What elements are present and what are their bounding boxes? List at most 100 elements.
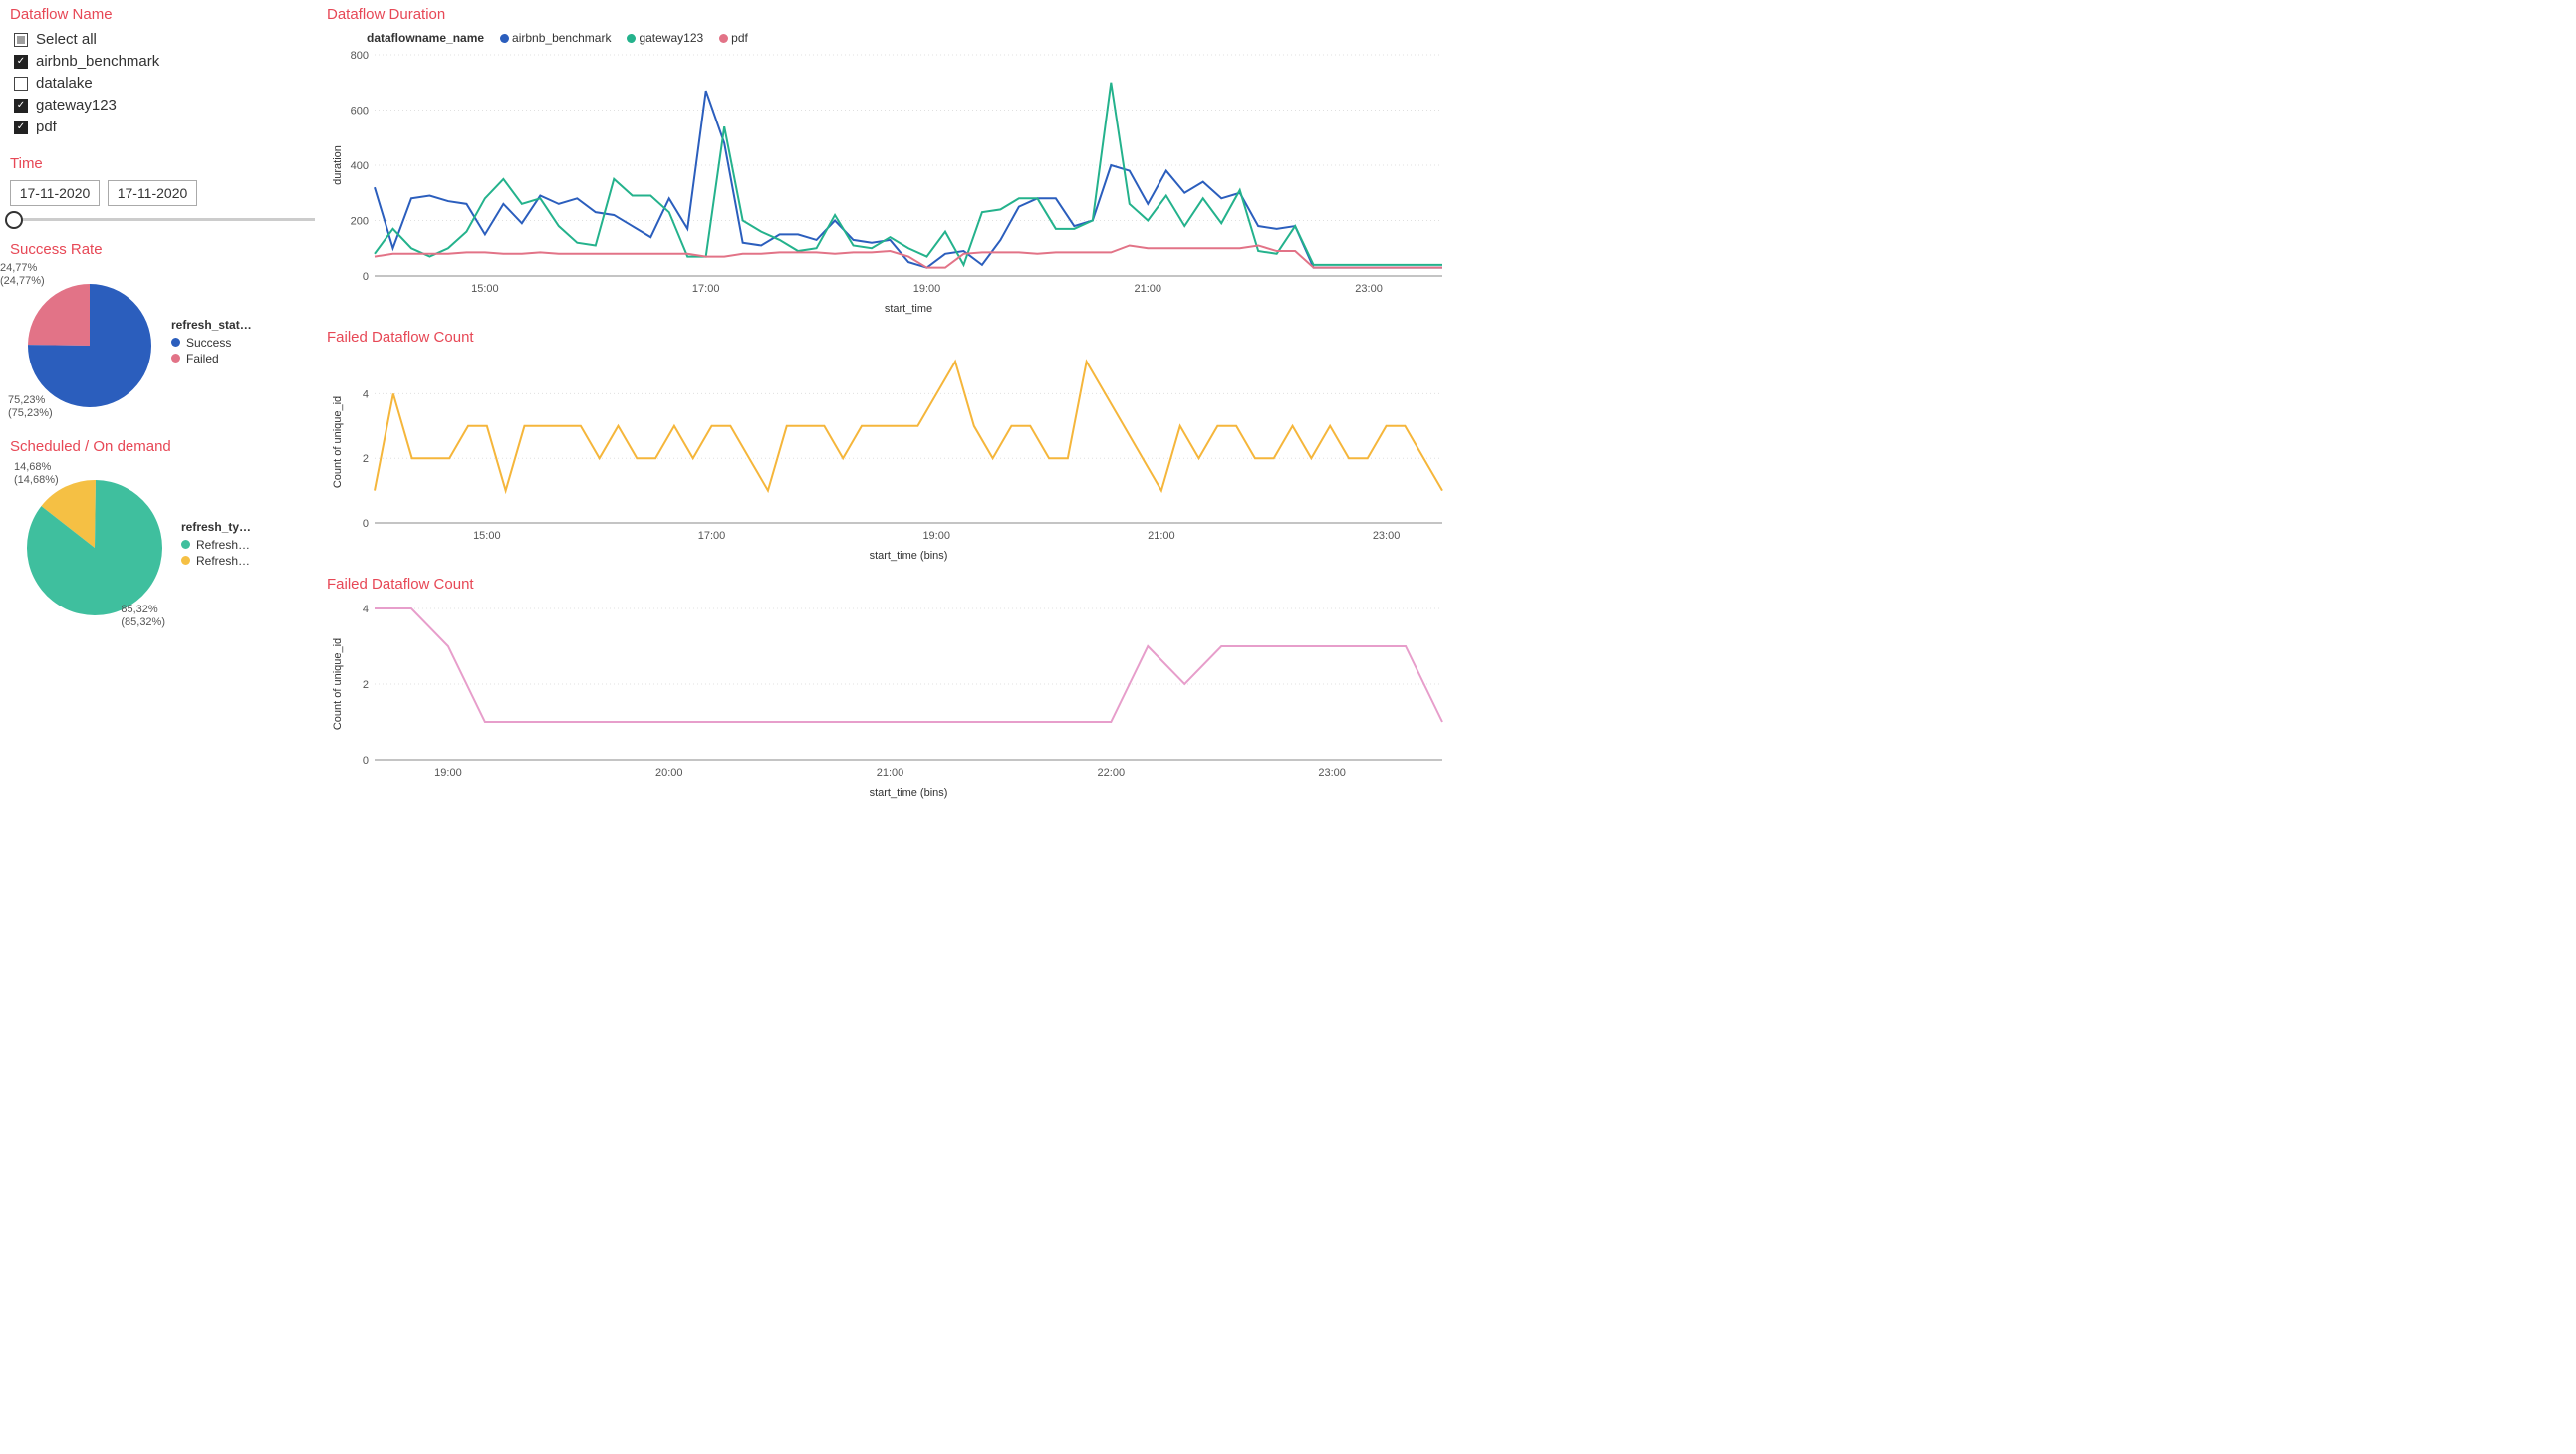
- time-slider[interactable]: [14, 218, 315, 221]
- legend-title: dataflowname_name: [367, 31, 484, 45]
- duration-chart-legend: dataflowname_name airbnb_benchmark gatewa…: [367, 31, 2566, 45]
- svg-text:19:00: 19:00: [913, 283, 941, 295]
- svg-text:Count of unique_id: Count of unique_id: [332, 396, 344, 488]
- checkbox-datalake[interactable]: datalake: [14, 75, 319, 92]
- checkbox-label: gateway123: [36, 97, 117, 114]
- success-rate-title: Success Rate: [10, 241, 319, 258]
- svg-text:Count of unique_id: Count of unique_id: [332, 638, 344, 730]
- checkbox-box[interactable]: [14, 121, 28, 134]
- failed-chart-1-title: Failed Dataflow Count: [327, 329, 2566, 346]
- svg-text:4: 4: [363, 388, 369, 400]
- checkbox-Select-all[interactable]: Select all: [14, 31, 319, 48]
- svg-text:start_time (bins): start_time (bins): [870, 550, 948, 562]
- svg-text:17:00: 17:00: [698, 530, 726, 542]
- success-rate-pie: 24,77% (24,77%) 75,23% (75,23%): [10, 266, 159, 418]
- svg-text:21:00: 21:00: [1148, 530, 1175, 542]
- pie-label-text: 24,77%: [0, 262, 37, 274]
- svg-text:start_time: start_time: [885, 303, 932, 315]
- checkbox-label: airbnb_benchmark: [36, 53, 159, 70]
- svg-text:19:00: 19:00: [434, 767, 462, 779]
- failed-chart-2-svg: 02419:0020:0021:0022:0023:00start_time (…: [327, 601, 1452, 800]
- duration-chart-title: Dataflow Duration: [327, 6, 2566, 23]
- svg-text:200: 200: [351, 216, 369, 228]
- date-inputs: 17-11-2020 17-11-2020: [10, 180, 319, 206]
- legend-dot-icon: [181, 556, 190, 565]
- legend-dot-icon: [500, 34, 509, 43]
- svg-text:23:00: 23:00: [1355, 283, 1383, 295]
- pie-label-text: (85,32%): [121, 616, 165, 628]
- checkbox-box[interactable]: [14, 99, 28, 113]
- pie-label-text: (75,23%): [8, 407, 53, 419]
- legend-label: Failed: [186, 352, 219, 365]
- legend-title: refresh_stat…: [171, 318, 252, 332]
- svg-text:19:00: 19:00: [922, 530, 950, 542]
- pie-label-text: 14,68%: [14, 461, 51, 473]
- legend-label: Refresh…: [196, 554, 250, 568]
- legend-item[interactable]: Success: [171, 336, 252, 350]
- svg-text:15:00: 15:00: [471, 283, 499, 295]
- svg-text:23:00: 23:00: [1373, 530, 1401, 542]
- checkbox-box[interactable]: [14, 77, 28, 91]
- svg-text:duration: duration: [332, 145, 344, 185]
- legend-item[interactable]: Refresh…: [181, 538, 251, 552]
- scheduled-panel: Scheduled / On demand 14,68% (14,68%) 85…: [10, 438, 319, 625]
- legend-dot-icon: [171, 338, 180, 347]
- scheduled-title: Scheduled / On demand: [10, 438, 319, 455]
- right-column: Dataflow Duration dataflowname_name airb…: [327, 6, 2566, 803]
- svg-text:4: 4: [363, 604, 369, 615]
- left-column: Dataflow Name Select all airbnb_benchmark…: [10, 6, 319, 803]
- svg-text:21:00: 21:00: [877, 767, 904, 779]
- date-from-input[interactable]: 17-11-2020: [10, 180, 100, 206]
- legend-item[interactable]: pdf: [719, 31, 748, 45]
- legend-dot-icon: [181, 540, 190, 549]
- svg-text:17:00: 17:00: [692, 283, 720, 295]
- time-slider-thumb[interactable]: [5, 211, 23, 229]
- svg-text:22:00: 22:00: [1098, 767, 1126, 779]
- svg-text:23:00: 23:00: [1318, 767, 1346, 779]
- svg-text:15:00: 15:00: [473, 530, 501, 542]
- svg-text:0: 0: [363, 271, 369, 283]
- checkbox-airbnb_benchmark[interactable]: airbnb_benchmark: [14, 53, 319, 70]
- checkbox-label: datalake: [36, 75, 93, 92]
- checkbox-list: Select all airbnb_benchmark datalake gatewa…: [10, 31, 319, 135]
- pie-label-text: (14,68%): [14, 474, 59, 486]
- time-filter: Time 17-11-2020 17-11-2020: [10, 155, 319, 221]
- duration-chart: Dataflow Duration dataflowname_name airb…: [327, 6, 2566, 319]
- failed-chart-2: Failed Dataflow Count 02419:0020:0021:00…: [327, 576, 2566, 803]
- legend-item[interactable]: gateway123: [627, 31, 703, 45]
- legend-item[interactable]: airbnb_benchmark: [500, 31, 611, 45]
- failed-chart-1-svg: 0 2 4 15:00 17:00 19:00 21:00 23:00 start_time (…: [327, 354, 1452, 563]
- pie-label-text: (24,77%): [0, 275, 45, 287]
- failed-chart-2-title: Failed Dataflow Count: [327, 576, 2566, 593]
- legend-label: Success: [186, 336, 231, 350]
- duration-chart-svg: 020040060080015:0017:0019:0021:0023:00st…: [327, 47, 1452, 316]
- checkbox-box[interactable]: [14, 33, 28, 47]
- success-rate-panel: Success Rate 24,77% (24,77%) 75,23% (75,…: [10, 241, 319, 418]
- svg-text:600: 600: [351, 106, 369, 118]
- success-rate-legend: refresh_stat… Success Failed: [171, 318, 252, 367]
- legend-title: refresh_ty…: [181, 520, 251, 534]
- checkbox-pdf[interactable]: pdf: [14, 119, 319, 135]
- legend-label: Refresh…: [196, 538, 250, 552]
- legend-dot-icon: [171, 354, 180, 363]
- scheduled-pie: 14,68% (14,68%) 85,32% (85,32%): [10, 463, 169, 625]
- svg-text:2: 2: [363, 453, 369, 465]
- date-to-input[interactable]: 17-11-2020: [108, 180, 197, 206]
- svg-text:0: 0: [363, 755, 369, 767]
- legend-item[interactable]: Failed: [171, 352, 252, 365]
- pie-label-text: 85,32%: [121, 604, 157, 615]
- checkbox-label: pdf: [36, 119, 57, 135]
- failed-chart-1: Failed Dataflow Count 0 2 4 15:00 17:00 19:00…: [327, 329, 2566, 566]
- legend-dot-icon: [627, 34, 636, 43]
- svg-text:400: 400: [351, 160, 369, 172]
- time-filter-title: Time: [10, 155, 319, 172]
- checkbox-gateway123[interactable]: gateway123: [14, 97, 319, 114]
- dataflow-filter: Dataflow Name Select all airbnb_benchmark…: [10, 6, 319, 135]
- svg-text:0: 0: [363, 518, 369, 530]
- dashboard: Dataflow Name Select all airbnb_benchmark…: [0, 0, 2576, 813]
- svg-text:21:00: 21:00: [1135, 283, 1162, 295]
- legend-item[interactable]: Refresh…: [181, 554, 251, 568]
- checkbox-box[interactable]: [14, 55, 28, 69]
- svg-text:20:00: 20:00: [655, 767, 683, 779]
- dataflow-filter-title: Dataflow Name: [10, 6, 319, 23]
